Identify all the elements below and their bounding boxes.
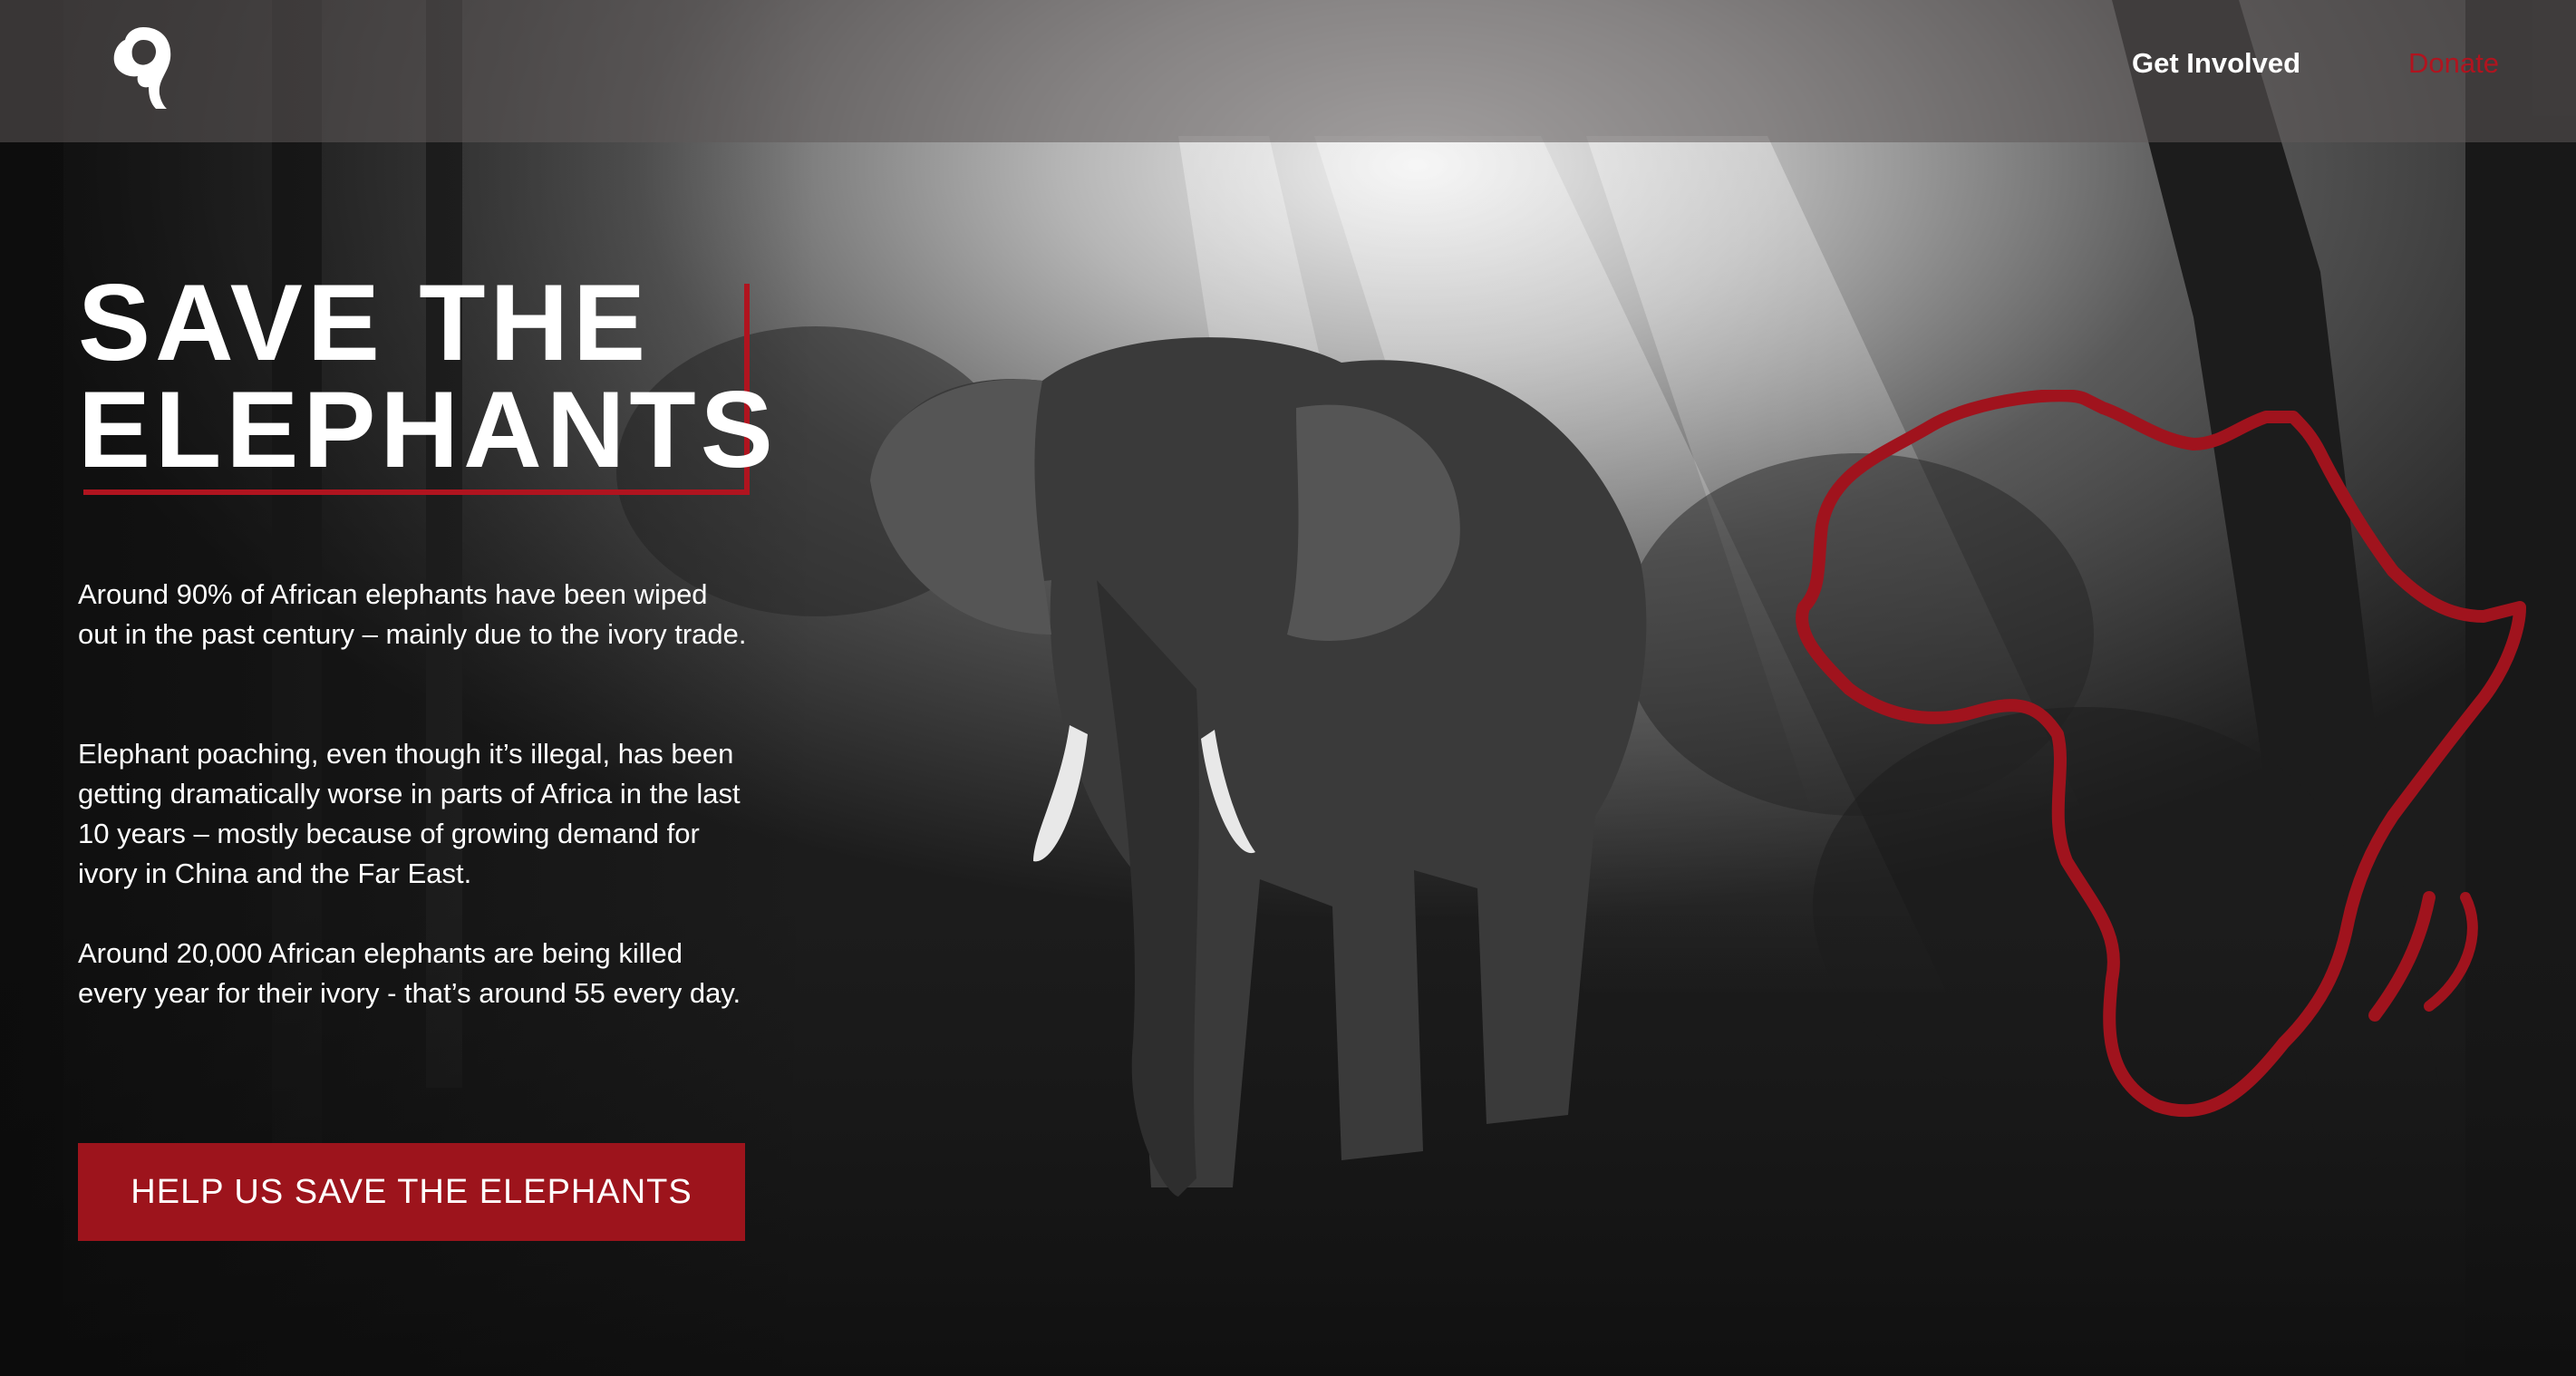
page-title: SAVE THE ELEPHANTS: [78, 268, 778, 484]
help-save-elephants-button[interactable]: HELP US SAVE THE ELEPHANTS: [78, 1143, 745, 1241]
africa-outline-icon: [1795, 389, 2538, 1124]
headline-block: SAVE THE ELEPHANTS: [78, 268, 773, 495]
intro-paragraph-3: Around 20,000 African elephants are bein…: [78, 937, 741, 1009]
top-navbar: Get Involved Donate: [0, 0, 2576, 142]
nav-get-involved-link[interactable]: Get Involved: [2132, 47, 2300, 80]
intro-paragraph-1: Around 90% of African elephants have bee…: [78, 578, 747, 650]
hero-page: Get Involved Donate SAVE THE ELEPHANTS A…: [0, 0, 2576, 1376]
intro-paragraph-2: Elephant poaching, even though it’s ille…: [78, 738, 741, 889]
page-title-line-1: SAVE THE: [78, 262, 651, 383]
page-title-line-2: ELEPHANTS: [78, 369, 778, 490]
nav-donate-link[interactable]: Donate: [2408, 47, 2499, 80]
elephant-head-logo-icon[interactable]: [107, 24, 178, 111]
